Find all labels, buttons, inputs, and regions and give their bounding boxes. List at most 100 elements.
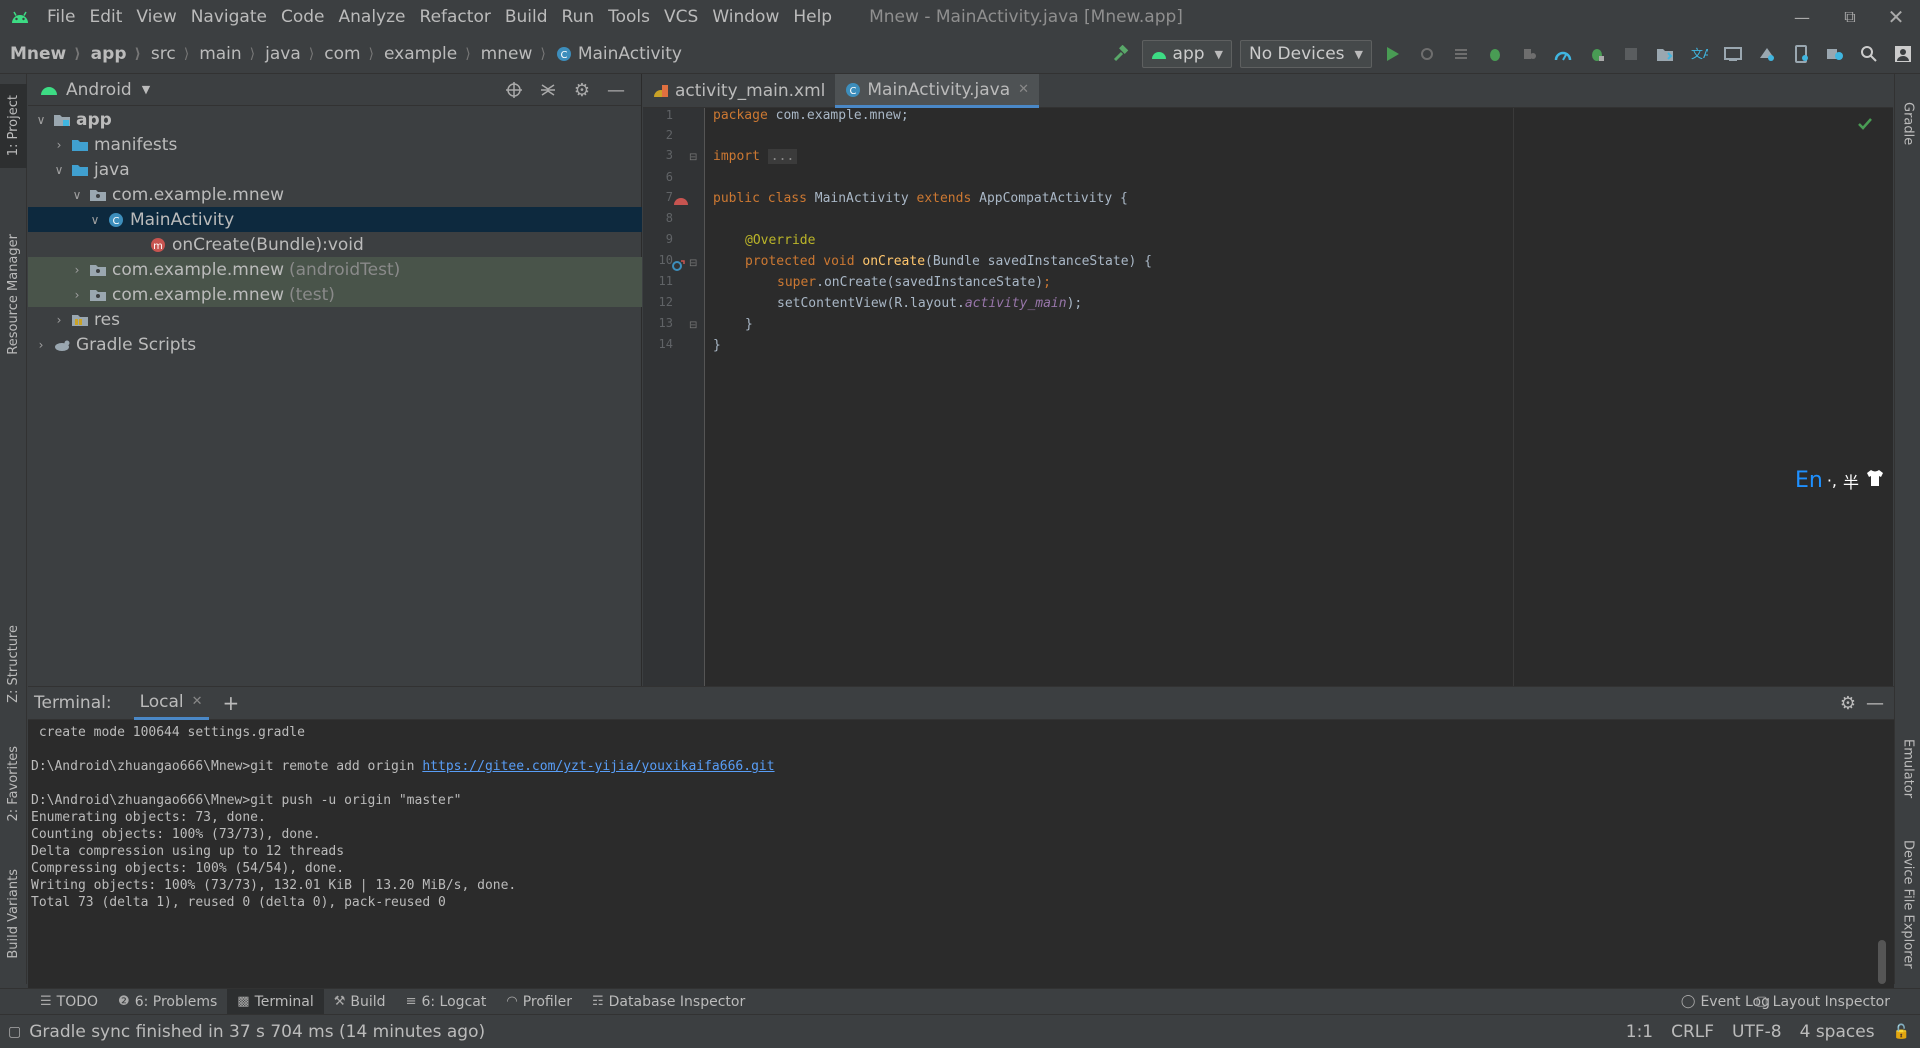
ime-status-bar[interactable]: En ·, 半 (1795, 468, 1885, 493)
gear-icon[interactable]: ⚙ (565, 80, 599, 101)
tool-profiler[interactable]: ◠ Profiler (496, 989, 582, 1015)
breadcrumb-com[interactable]: com ⟩ (314, 44, 374, 64)
project-structure-icon[interactable] (1818, 34, 1852, 74)
breadcrumb-example[interactable]: example ⟩ (374, 44, 471, 64)
tab-structure[interactable]: Z: Structure (0, 614, 27, 714)
tool-logcat[interactable]: ≡ 6: Logcat (396, 989, 497, 1015)
remote-url-link[interactable]: https://gitee.com/yzt-yijia/youxikaifa66… (422, 759, 774, 774)
breadcrumb-project[interactable]: Mnew ⟩ (0, 44, 81, 64)
tree-item-mainactivity[interactable]: ∨ C MainActivity (28, 207, 642, 232)
minimize-icon[interactable]: — (1778, 0, 1826, 34)
tool-todo[interactable]: ☰ TODO (30, 989, 108, 1015)
new-terminal-tab-icon[interactable]: + (223, 691, 240, 715)
breadcrumb-mainactivity[interactable]: C MainActivity (546, 44, 682, 64)
menu-navigate[interactable]: Navigate (184, 7, 274, 27)
menu-help[interactable]: Help (786, 7, 839, 27)
breadcrumb-main[interactable]: main ⟩ (189, 44, 255, 64)
debug-icon[interactable] (1478, 34, 1512, 74)
menu-refactor[interactable]: Refactor (413, 7, 498, 27)
panel-toggle-icon[interactable]: ▢ (8, 1024, 21, 1040)
project-view-select[interactable]: Android ▼ (40, 80, 150, 100)
code-area[interactable]: package com.example.mnew; import ... pub… (713, 108, 1883, 686)
tool-layout-inspector[interactable]: ▢ Layout Inspector (1745, 989, 1900, 1015)
stop-icon[interactable] (1614, 34, 1648, 74)
status-message[interactable]: Gradle sync finished in 37 s 704 ms (14 … (29, 1022, 485, 1042)
fold-icon[interactable]: ⊟ (689, 258, 697, 269)
close-window-icon[interactable]: ✕ (1872, 0, 1920, 34)
avd-manager-icon[interactable] (1716, 34, 1750, 74)
run-gutter-android-icon[interactable] (673, 192, 689, 211)
run-config-select[interactable]: app ▼ (1141, 40, 1232, 68)
tab-mainactivity-java[interactable]: C MainActivity.java ✕ (835, 74, 1040, 108)
close-tab-icon[interactable]: ✕ (192, 694, 203, 709)
tree-item-manifests[interactable]: › manifests (28, 132, 642, 157)
tab-project[interactable]: 1: Project (0, 84, 27, 168)
caret-position[interactable]: 1:1 (1626, 1022, 1653, 1042)
menu-tools[interactable]: Tools (601, 7, 657, 27)
fold-icon[interactable]: ⊟ (689, 152, 697, 163)
tool-database-inspector[interactable]: ☶ Database Inspector (582, 989, 755, 1015)
translations-icon[interactable]: 文A (1682, 34, 1716, 74)
override-marker-icon[interactable] (671, 258, 685, 277)
tree-item-res[interactable]: › res (28, 307, 642, 332)
menu-vcs[interactable]: VCS (657, 7, 705, 27)
tab-favorites[interactable]: 2: Favorites (0, 734, 27, 834)
tree-item-app[interactable]: ∨ app (28, 107, 642, 132)
menu-build[interactable]: Build (498, 7, 555, 27)
folded-imports[interactable]: ... (767, 149, 798, 164)
attach-debugger-icon[interactable] (1580, 34, 1614, 74)
menu-file[interactable]: File (40, 7, 82, 27)
tree-item-package-test[interactable]: › com.example.mnew (test) (28, 282, 642, 307)
line-separator[interactable]: CRLF (1671, 1022, 1714, 1042)
hide-panel-icon[interactable]: — (599, 80, 633, 101)
tree-item-package[interactable]: ∨ com.example.mnew (28, 182, 642, 207)
gear-icon[interactable]: ⚙ (1840, 693, 1856, 714)
fold-icon[interactable]: ⊟ (689, 320, 697, 331)
close-tab-icon[interactable]: ✕ (1018, 82, 1029, 97)
menu-run[interactable]: Run (555, 7, 602, 27)
breadcrumb-java[interactable]: java ⟩ (255, 44, 314, 64)
file-encoding[interactable]: UTF-8 (1732, 1022, 1782, 1042)
sdk-manager-icon[interactable] (1750, 34, 1784, 74)
sync-project-icon[interactable] (1648, 34, 1682, 74)
menu-analyze[interactable]: Analyze (332, 7, 413, 27)
lock-icon[interactable]: 🔓 (1893, 1024, 1910, 1040)
tab-resource-manager[interactable]: Resource Manager (0, 184, 27, 404)
menu-code[interactable]: Code (274, 7, 332, 27)
tool-problems[interactable]: ❷ 6: Problems (108, 989, 227, 1015)
terminal-scrollbar[interactable] (1878, 940, 1886, 984)
tool-build[interactable]: ⚒ Build (324, 989, 396, 1015)
run-icon[interactable] (1376, 34, 1410, 74)
code-editor[interactable]: 1 2 3 6 7 8 9 10 11 12 13 14 ⊟ ⊟ ⊟ packa… (643, 108, 1893, 686)
breadcrumb-src[interactable]: src ⟩ (141, 44, 189, 64)
no-problems-check-icon[interactable] (1857, 116, 1873, 135)
menu-edit[interactable]: Edit (82, 7, 129, 27)
device-select[interactable]: No Devices ▼ (1240, 40, 1372, 68)
profile-icon[interactable] (1546, 34, 1580, 74)
device-manager-icon[interactable] (1784, 34, 1818, 74)
apply-code-changes-icon[interactable] (1444, 34, 1478, 74)
search-icon[interactable] (1852, 34, 1886, 74)
tree-item-package-androidtest[interactable]: › com.example.mnew (androidTest) (28, 257, 642, 282)
tab-activity-main-xml[interactable]: activity_main.xml (643, 74, 835, 108)
tool-terminal[interactable]: ▩ Terminal (227, 988, 324, 1015)
restore-icon[interactable]: ⧉ (1826, 0, 1874, 34)
tab-device-file-explorer[interactable]: Device File Explorer (1895, 829, 1920, 979)
locate-icon[interactable] (497, 81, 531, 99)
breadcrumb-module[interactable]: app ⟩ (81, 44, 141, 64)
tree-item-gradle-scripts[interactable]: › Gradle Scripts (28, 332, 642, 357)
coverage-icon[interactable] (1512, 34, 1546, 74)
menu-view[interactable]: View (129, 7, 183, 27)
tab-build-variants[interactable]: Build Variants (0, 854, 27, 974)
account-icon[interactable] (1886, 34, 1920, 74)
collapse-all-icon[interactable] (531, 81, 565, 99)
breadcrumb-mnew[interactable]: mnew ⟩ (471, 44, 546, 64)
hide-panel-icon[interactable]: — (1866, 693, 1884, 714)
indent-setting[interactable]: 4 spaces (1800, 1022, 1875, 1042)
tree-item-oncreate[interactable]: m onCreate(Bundle):void (28, 232, 642, 257)
tree-item-java[interactable]: ∨ java (28, 157, 642, 182)
menu-window[interactable]: Window (705, 7, 786, 27)
tab-emulator[interactable]: Emulator (1895, 724, 1920, 814)
tab-gradle[interactable]: Gradle (1895, 84, 1920, 164)
hammer-build-icon[interactable] (1104, 34, 1138, 74)
